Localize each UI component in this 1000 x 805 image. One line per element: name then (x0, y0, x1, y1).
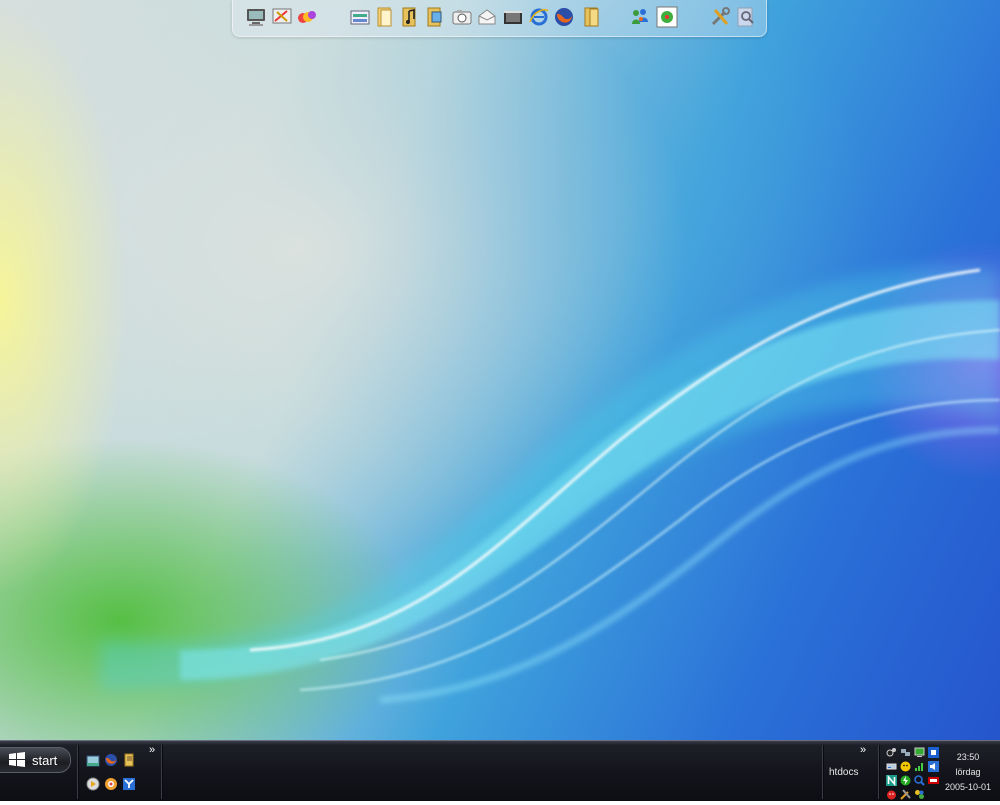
quick-launch-divider (77, 745, 79, 799)
quick-launch-media-player-icon[interactable] (86, 777, 100, 791)
tray-tools-icon[interactable] (900, 787, 911, 800)
tray-norton-icon[interactable] (886, 773, 897, 787)
tray-network-icon[interactable] (900, 745, 911, 756)
tray-display-icon[interactable] (914, 745, 925, 757)
tray-monitor-icon[interactable] (928, 745, 939, 758)
tray-update-icon[interactable] (900, 773, 911, 786)
quick-launch-more-chevron[interactable]: » (149, 744, 155, 756)
documents-folder-icon[interactable] (374, 6, 396, 28)
tray-mascot-icon[interactable] (886, 787, 897, 800)
paint-icon[interactable] (296, 6, 318, 28)
toolbar-divider (822, 745, 824, 799)
start-label: start (32, 752, 58, 768)
quick-launch-firefox-icon[interactable] (104, 753, 118, 767)
top-dock (232, 0, 767, 37)
quick-launch-network-icon[interactable] (122, 777, 136, 791)
tray-signal-icon[interactable] (914, 759, 925, 771)
internet-explorer-icon[interactable] (528, 6, 550, 28)
wallpaper-waves (100, 240, 1000, 703)
tray-app-icon[interactable] (914, 787, 925, 799)
start-button[interactable]: start (0, 747, 71, 773)
video-folder-icon[interactable] (502, 6, 524, 28)
htdocs-toolbar-label[interactable]: htdocs (829, 767, 858, 778)
quick-launch-folder-icon[interactable] (122, 753, 136, 767)
tray-volume-icon[interactable] (928, 759, 939, 772)
control-panel-icon[interactable] (349, 6, 371, 28)
desktop-wallpaper (0, 0, 1000, 740)
firefox-icon[interactable] (553, 6, 575, 28)
clock-time[interactable]: 23:50 (940, 752, 996, 762)
quick-launch-browser-icon[interactable] (104, 777, 118, 791)
clock-day[interactable]: lördag (940, 767, 996, 777)
toolbar-more-chevron[interactable]: » (860, 744, 866, 756)
tray-search-icon[interactable] (914, 773, 925, 786)
display-settings-icon[interactable] (271, 6, 293, 28)
music-folder-icon[interactable] (399, 6, 421, 28)
icq-icon[interactable] (656, 6, 678, 28)
mail-icon[interactable] (476, 6, 498, 28)
folder-icon[interactable] (581, 6, 603, 28)
tray-steam-icon[interactable] (886, 745, 897, 757)
tray-divider (878, 745, 880, 799)
tray-drive-icon[interactable] (886, 759, 897, 770)
tools-icon[interactable] (709, 6, 731, 28)
tray-ati-icon[interactable] (928, 773, 939, 784)
tray-smiley-icon[interactable] (900, 759, 911, 772)
windows-logo-icon (9, 752, 25, 767)
my-computer-icon[interactable] (245, 6, 267, 28)
pictures-folder-icon[interactable] (424, 6, 446, 28)
quick-launch-show-desktop-icon[interactable] (86, 754, 100, 768)
clock-date[interactable]: 2005-10-01 (940, 782, 996, 792)
camera-icon[interactable] (451, 6, 473, 28)
messenger-icon[interactable] (629, 6, 651, 28)
task-area-divider (161, 745, 163, 799)
search-icon[interactable] (735, 6, 757, 28)
taskbar: start » » htdocs 23:50 lördag 2005-10-01 (0, 740, 1000, 801)
